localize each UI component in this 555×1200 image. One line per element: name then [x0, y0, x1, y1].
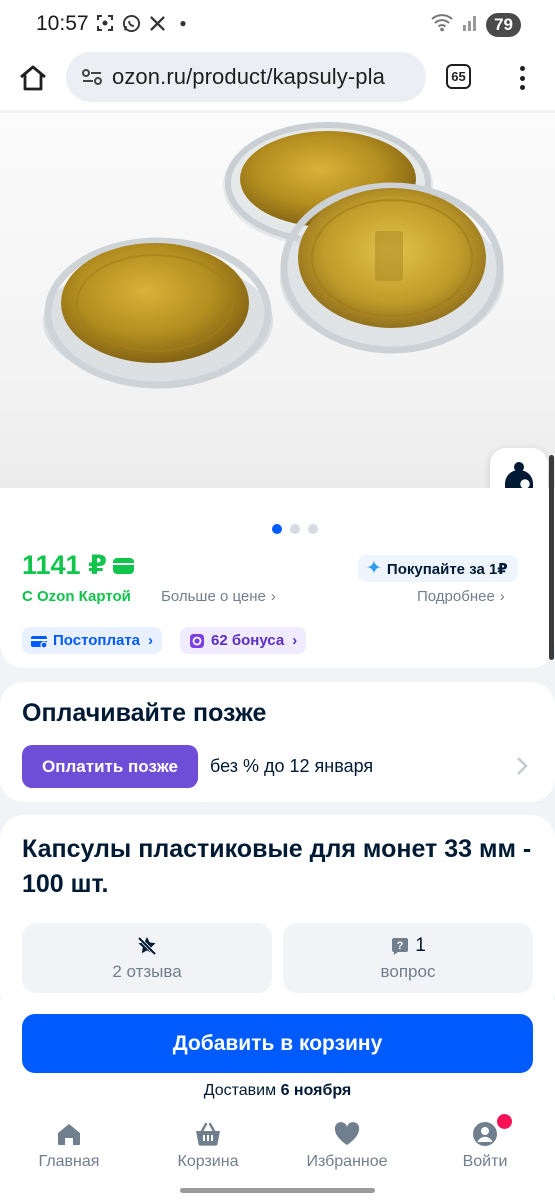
- chevron-right-icon: ›: [292, 632, 298, 649]
- coins-photo: [43, 122, 504, 389]
- reviews-button[interactable]: 2 отзыва: [22, 923, 272, 993]
- notification-icons: ●: [95, 13, 193, 33]
- details-link[interactable]: Подробнее ›: [417, 588, 505, 605]
- pay-later-terms: без % до 12 января: [210, 756, 374, 776]
- battery-indicator: 79: [486, 12, 521, 37]
- product-title: Капсулы пластиковые для монет 33 мм - 10…: [22, 835, 532, 898]
- ozon-card-label: С Ozon Картой: [22, 588, 131, 605]
- delivery-info: Доставим 6 ноября: [203, 1082, 352, 1099]
- address-bar[interactable]: ozon.ru/product/kapsuly-pla: [66, 52, 426, 102]
- whatsapp-icon: [121, 13, 141, 33]
- ozon-card-icon: [112, 557, 134, 574]
- notification-badge: [497, 1114, 512, 1129]
- screenshot-icon: [95, 13, 115, 33]
- chevron-right-icon: ›: [148, 632, 154, 649]
- gallery-dot-active[interactable]: [272, 524, 282, 534]
- user-icon: [473, 1122, 497, 1146]
- buy-for-1-ruble-badge[interactable]: ✦ Покупайте за 1₽: [358, 555, 518, 582]
- more-about-price-link[interactable]: Больше о цене ›: [161, 588, 276, 605]
- chevron-right-icon: [517, 757, 528, 775]
- more-notifications-icon: ●: [179, 16, 187, 30]
- nav-favorites[interactable]: Избранное: [292, 1120, 402, 1171]
- product-image[interactable]: [0, 113, 555, 488]
- postpay-icon: [31, 635, 47, 648]
- signal-icon: [462, 12, 478, 37]
- house-icon: [58, 1124, 80, 1145]
- card-price: 1141 ₽: [22, 550, 134, 581]
- gesture-bar[interactable]: [180, 1188, 375, 1193]
- star-crossed-icon: [137, 936, 157, 956]
- delivery-date: 6 ноября: [280, 1082, 352, 1099]
- postpay-chip[interactable]: Постоплата ›: [22, 627, 163, 654]
- status-bar: 10:57 ● 79: [0, 0, 555, 50]
- svg-text:?: ?: [397, 940, 404, 952]
- url-text: ozon.ru/product/kapsuly-pla: [112, 64, 385, 89]
- bonus-icon: [190, 633, 204, 648]
- x-icon: [147, 13, 167, 33]
- gallery-pagination: [272, 524, 318, 534]
- heart-icon: [334, 1122, 360, 1145]
- nav-login[interactable]: Войти: [430, 1114, 540, 1171]
- product-info-card: Капсулы пластиковые для монет 33 мм - 10…: [0, 815, 555, 1015]
- bottom-nav: Главная Корзина Избранное Войти: [0, 1114, 555, 1180]
- gallery-dot[interactable]: [290, 524, 300, 534]
- home-icon[interactable]: [17, 62, 49, 94]
- add-to-cart-button[interactable]: Добавить в корзину: [22, 1014, 533, 1073]
- basket-icon: [196, 1122, 220, 1146]
- chevron-right-icon: ›: [270, 588, 276, 605]
- question-icon: ?: [392, 938, 409, 955]
- pay-later-title: Оплачивайте позже: [22, 699, 267, 727]
- reviews-count: 2 отзыва: [112, 962, 182, 981]
- nav-cart[interactable]: Корзина: [153, 1120, 263, 1171]
- bonus-chip[interactable]: 62 бонуса ›: [180, 627, 307, 654]
- price-card: 1141 ₽ С Ozon Картой Больше о цене › ✦ По…: [0, 488, 555, 668]
- tab-switcher-button[interactable]: 65: [446, 64, 471, 89]
- pay-later-button[interactable]: Оплатить позже: [22, 745, 198, 788]
- questions-label: вопрос: [380, 962, 436, 981]
- questions-count: 1: [415, 935, 426, 956]
- price-value: 1141 ₽: [22, 550, 107, 580]
- chevron-right-icon: ›: [499, 588, 505, 605]
- gallery-dot[interactable]: [308, 524, 318, 534]
- questions-button[interactable]: ? 1 вопрос: [283, 923, 533, 993]
- status-time: 10:57: [36, 12, 89, 35]
- browser-menu-icon[interactable]: [510, 62, 534, 94]
- browser-toolbar: ozon.ru/product/kapsuly-pla 65: [0, 50, 555, 110]
- pay-later-card[interactable]: Оплачивайте позже Оплатить позже без % д…: [0, 682, 555, 802]
- wifi-icon: [430, 12, 454, 37]
- bottom-panel: Добавить в корзину Доставим 6 ноября Гла…: [0, 1000, 555, 1200]
- nav-home[interactable]: Главная: [14, 1120, 124, 1171]
- page-scrollbar[interactable]: [549, 455, 554, 660]
- sparkle-icon: ✦: [366, 558, 382, 579]
- site-settings-icon[interactable]: [80, 65, 104, 89]
